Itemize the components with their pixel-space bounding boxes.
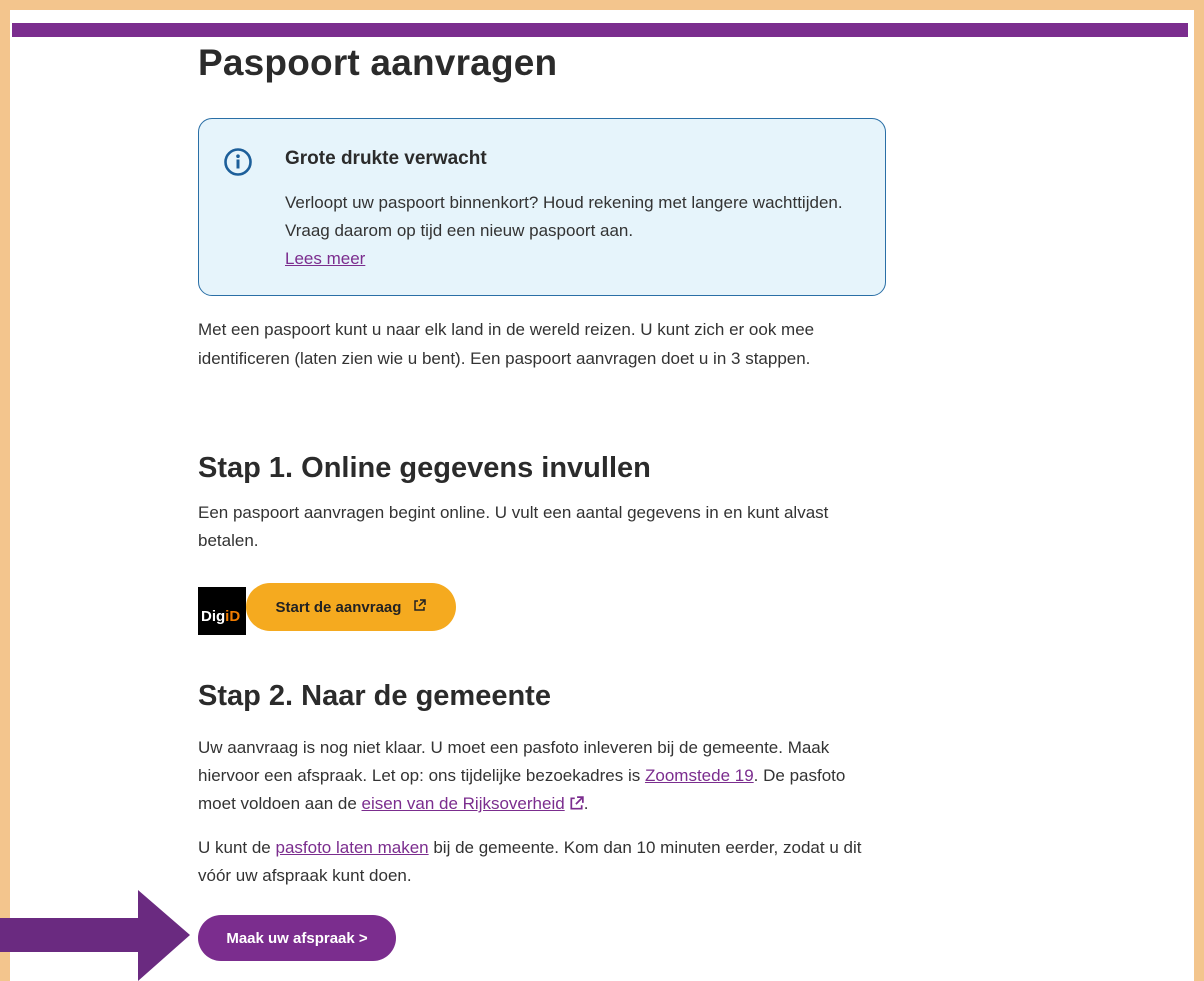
notice-text: Verloopt uw paspoort binnenkort? Houd re… xyxy=(285,189,845,273)
requirements-link[interactable]: eisen van de Rijksoverheid xyxy=(362,794,565,813)
step2-text-c: . xyxy=(583,794,589,813)
arrow-annotation xyxy=(0,890,190,981)
step2-paragraph: Uw aanvraag is nog niet klaar. U moet ee… xyxy=(198,734,878,820)
intro-paragraph: Met een paspoort kunt u naar elk land in… xyxy=(198,320,815,368)
digid-logo: DigiD xyxy=(198,587,246,635)
photo-link[interactable]: pasfoto laten maken xyxy=(276,838,429,857)
top-brand-bar xyxy=(12,23,1188,37)
info-icon xyxy=(223,147,253,177)
step1-paragraph: Een paspoort aanvragen begint online. U … xyxy=(198,503,829,550)
digid-logo-text: Dig xyxy=(201,608,226,625)
digid-logo-accent: iD xyxy=(225,608,241,625)
notice-box: Grote drukte verwacht Verloopt uw paspoo… xyxy=(198,118,886,296)
make-appointment-button[interactable]: Maak uw afspraak > xyxy=(198,915,396,961)
external-link-icon xyxy=(569,792,584,820)
address-link[interactable]: Zoomstede 19 xyxy=(645,766,754,785)
photo-text-a: U kunt de xyxy=(198,838,276,857)
photo-paragraph: U kunt de pasfoto laten maken bij de gem… xyxy=(198,834,878,890)
notice-title: Grote drukte verwacht xyxy=(285,148,487,169)
page-title: Paspoort aanvragen xyxy=(198,42,558,83)
step2-heading: Stap 2. Naar de gemeente xyxy=(198,680,551,712)
notice-message: Verloopt uw paspoort binnenkort? Houd re… xyxy=(285,193,843,240)
read-more-link[interactable]: Lees meer xyxy=(285,249,365,268)
external-link-icon xyxy=(413,598,427,616)
start-application-label: Start de aanvraag xyxy=(275,598,402,616)
start-application-button[interactable]: Start de aanvraag xyxy=(246,583,456,631)
step1-heading: Stap 1. Online gegevens invullen xyxy=(198,452,651,484)
